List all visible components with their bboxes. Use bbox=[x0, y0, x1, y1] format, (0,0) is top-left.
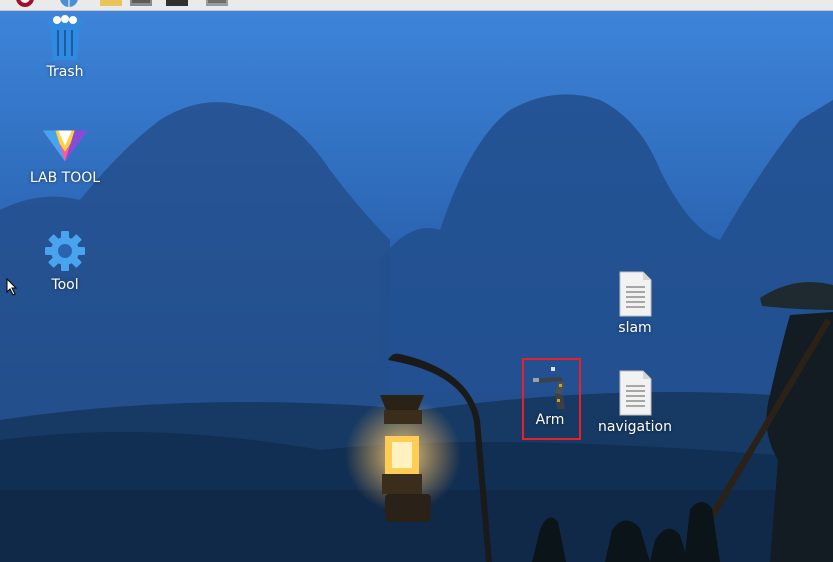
file-manager-icon[interactable] bbox=[100, 0, 122, 8]
desktop-icon-label: slam bbox=[618, 320, 652, 336]
trash-icon bbox=[41, 14, 89, 62]
desktop-icon-arm[interactable]: Arm bbox=[524, 362, 576, 428]
terminal-dark-icon[interactable] bbox=[166, 0, 188, 8]
desktop-icon-label: Tool bbox=[51, 277, 79, 293]
desktop-icon-lab-tool[interactable]: LAB TOOL bbox=[20, 120, 110, 186]
text-file-icon bbox=[611, 369, 659, 417]
mouse-cursor-icon bbox=[6, 278, 18, 296]
desktop-icon-label: LAB TOOL bbox=[29, 170, 101, 186]
taskbar bbox=[0, 0, 833, 11]
desktop-icon-trash[interactable]: Trash bbox=[30, 14, 100, 80]
desktop-icon-label: navigation bbox=[598, 419, 672, 435]
desktop-icon-label: Arm bbox=[535, 412, 565, 428]
color-prism-icon bbox=[41, 120, 89, 168]
desktop-wallpaper bbox=[0, 0, 833, 562]
terminal-icon[interactable] bbox=[130, 0, 152, 8]
robot-arm-icon bbox=[525, 362, 575, 410]
text-file-icon bbox=[611, 270, 659, 318]
desktop-icon-label: Trash bbox=[46, 64, 84, 80]
desktop-icon-slam[interactable]: slam bbox=[600, 270, 670, 336]
desktop-icon-navigation[interactable]: navigation bbox=[595, 369, 675, 435]
web-browser-icon[interactable] bbox=[58, 0, 80, 8]
raspberry-menu-icon[interactable] bbox=[14, 0, 36, 8]
desktop-icon-tool[interactable]: Tool bbox=[30, 227, 100, 293]
gear-icon bbox=[41, 227, 89, 275]
app-window-icon[interactable] bbox=[206, 0, 228, 8]
